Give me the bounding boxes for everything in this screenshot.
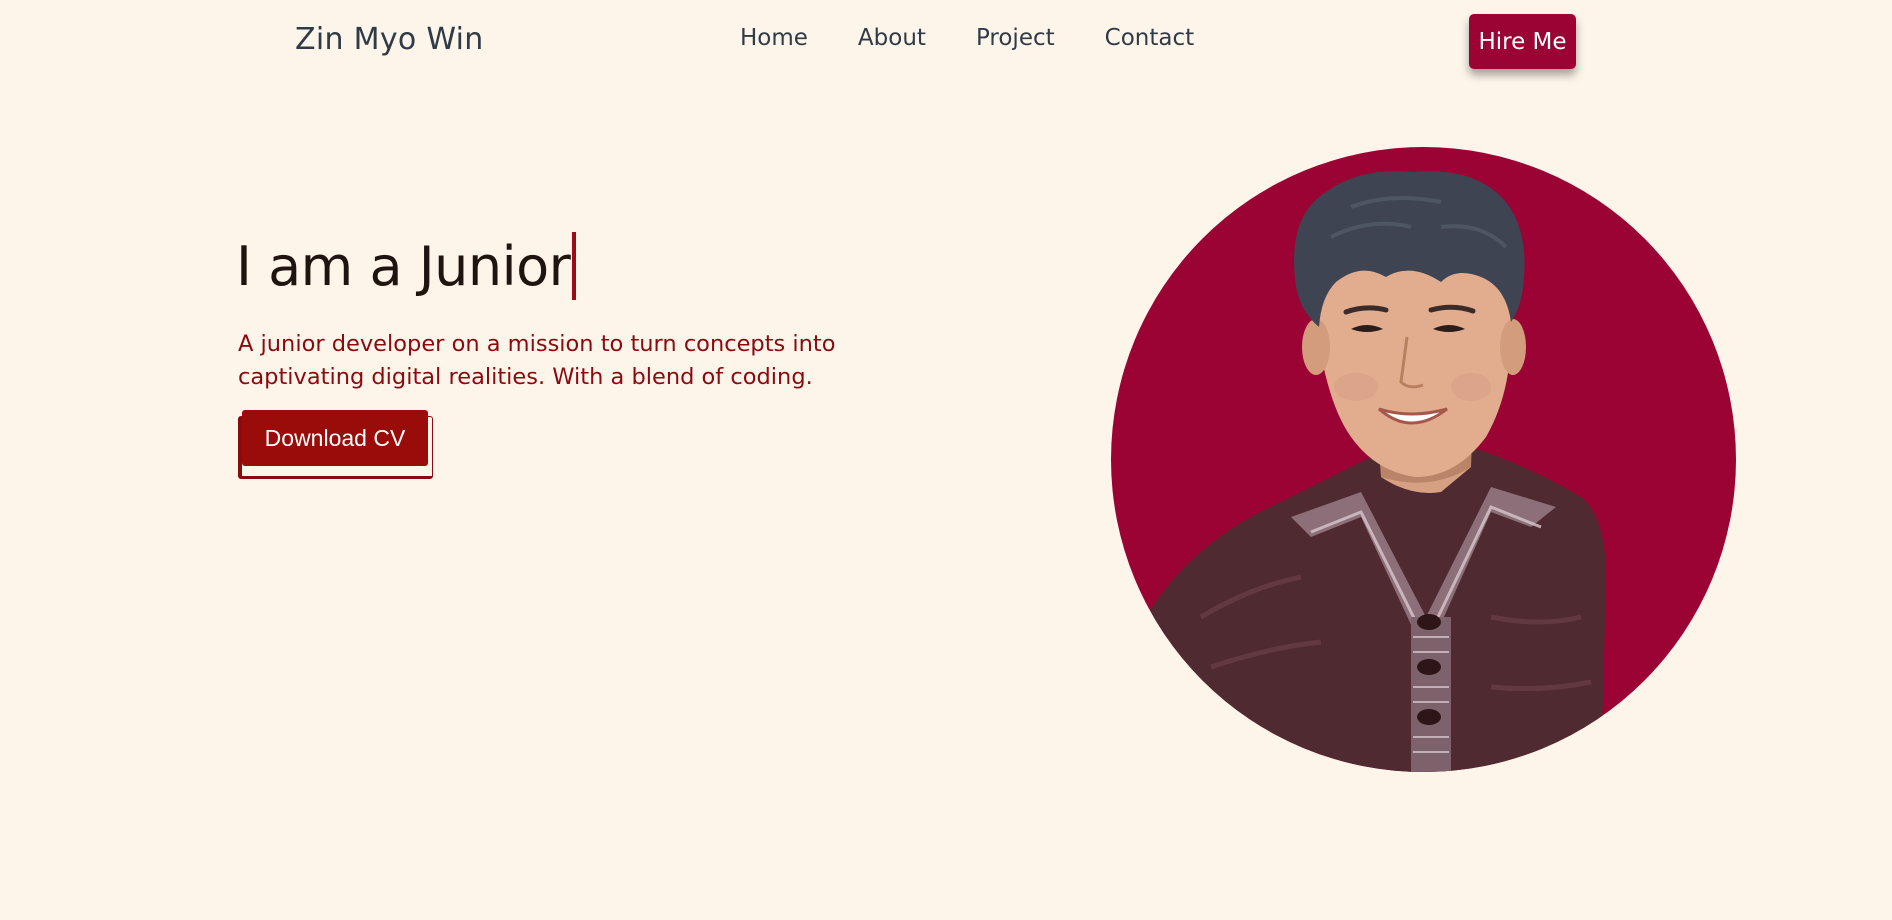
profile-illustration [1131,171,1606,772]
hero-description: A junior developer on a mission to turn … [238,331,836,390]
hero-title-text: I am a Junior [236,234,571,298]
brand-name[interactable]: Zin Myo Win [295,22,484,57]
profile-photo [1111,147,1736,772]
navbar: Zin Myo Win Home About Project Contact H… [0,0,1892,84]
nav-link-home[interactable]: Home [740,25,808,51]
download-cv-button[interactable]: Download CV [242,410,428,466]
hire-me-button[interactable]: Hire Me [1469,14,1576,69]
download-cv-container: Download CV [238,410,433,479]
nav-link-contact[interactable]: Contact [1105,25,1194,51]
nav-link-about[interactable]: About [858,25,926,51]
hero-title: I am a Junior [236,232,577,300]
nav-links: Home About Project Contact [740,25,1194,51]
nav-link-project[interactable]: Project [976,25,1055,51]
typing-cursor [572,232,577,300]
